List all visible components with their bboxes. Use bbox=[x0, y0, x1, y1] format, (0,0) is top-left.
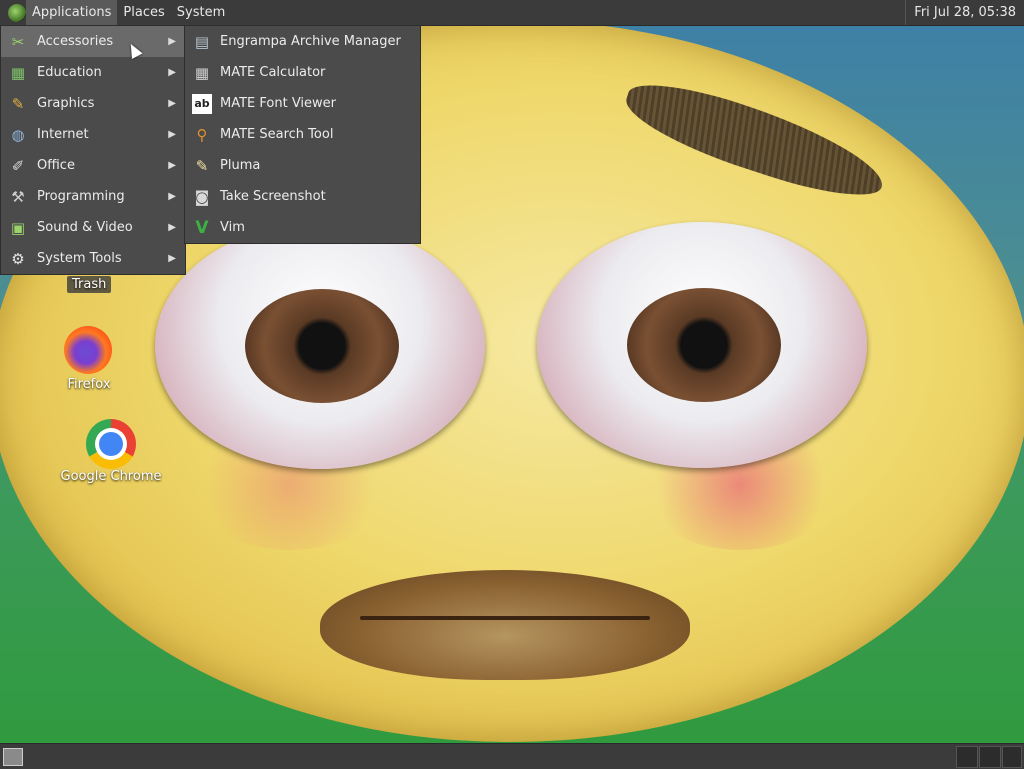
menu-item-internet[interactable]: ◍ Internet ▶ bbox=[1, 119, 185, 150]
vim-icon: V bbox=[195, 217, 209, 238]
applications-menu-button[interactable]: Applications bbox=[26, 0, 118, 25]
menu-item-engrampa[interactable]: ▤ Engrampa Archive Manager bbox=[185, 26, 420, 57]
applications-menu: ✂ Accessories ▶ ▦ Education ▶ ✎ Graphics… bbox=[0, 25, 186, 275]
system-menu-button[interactable]: System bbox=[171, 0, 231, 25]
menu-item-label: MATE Calculator bbox=[220, 65, 326, 80]
firefox-label[interactable]: Firefox bbox=[60, 377, 118, 392]
font-viewer-icon: ab bbox=[192, 93, 212, 114]
submenu-arrow-icon: ▶ bbox=[168, 67, 176, 78]
text-editor-icon: ✎ bbox=[195, 156, 209, 175]
menu-item-label: Engrampa Archive Manager bbox=[220, 34, 401, 49]
menu-item-programming[interactable]: ⚒ Programming ▶ bbox=[1, 181, 185, 212]
workspace-1[interactable] bbox=[956, 746, 978, 768]
menu-item-label: MATE Font Viewer bbox=[220, 96, 337, 111]
google-chrome-label[interactable]: Google Chrome bbox=[55, 469, 167, 484]
archive-manager-icon: ▤ bbox=[194, 32, 210, 51]
search-tool-icon: ⚲ bbox=[196, 125, 208, 144]
menu-item-label: Office bbox=[37, 158, 75, 173]
wallpaper-eye-right bbox=[537, 222, 867, 468]
menu-item-label: System Tools bbox=[37, 251, 122, 266]
submenu-arrow-icon: ▶ bbox=[168, 160, 176, 171]
wallpaper-lips bbox=[320, 570, 690, 680]
submenu-arrow-icon: ▶ bbox=[168, 222, 176, 233]
menu-item-system-tools[interactable]: ⚙ System Tools ▶ bbox=[1, 243, 185, 274]
accessories-submenu: ▤ Engrampa Archive Manager ▦ MATE Calcul… bbox=[184, 25, 421, 244]
graphics-icon: ✎ bbox=[11, 94, 25, 113]
menu-item-label: Programming bbox=[37, 189, 125, 204]
menu-item-sound-video[interactable]: ▣ Sound & Video ▶ bbox=[1, 212, 185, 243]
menu-item-graphics[interactable]: ✎ Graphics ▶ bbox=[1, 88, 185, 119]
mate-logo-icon[interactable] bbox=[8, 3, 26, 22]
bottom-panel bbox=[0, 743, 1024, 769]
firefox-icon[interactable] bbox=[64, 326, 112, 374]
menu-item-education[interactable]: ▦ Education ▶ bbox=[1, 57, 185, 88]
programming-icon: ⚒ bbox=[11, 187, 25, 206]
clock[interactable]: Fri Jul 28, 05:38 bbox=[905, 0, 1024, 25]
submenu-arrow-icon: ▶ bbox=[168, 98, 176, 109]
accessories-icon: ✂ bbox=[11, 32, 25, 51]
menu-item-pluma[interactable]: ✎ Pluma bbox=[185, 150, 420, 181]
workspace-2[interactable] bbox=[979, 746, 1001, 768]
sound-video-icon: ▣ bbox=[10, 218, 26, 237]
menu-item-mate-font-viewer[interactable]: ab MATE Font Viewer bbox=[185, 88, 420, 119]
screenshot-icon: ◙ bbox=[194, 187, 210, 206]
menu-item-label: Education bbox=[37, 65, 102, 80]
menu-item-label: Accessories bbox=[37, 34, 114, 49]
wallpaper-eye-left bbox=[155, 223, 485, 469]
menu-item-office[interactable]: ✐ Office ▶ bbox=[1, 150, 185, 181]
submenu-arrow-icon: ▶ bbox=[168, 191, 176, 202]
places-menu-button[interactable]: Places bbox=[117, 0, 170, 25]
google-chrome-icon[interactable] bbox=[86, 419, 136, 469]
top-panel: Applications Places System Fri Jul 28, 0… bbox=[0, 0, 1024, 26]
trash-label[interactable]: Trash bbox=[67, 276, 112, 293]
menu-item-mate-search-tool[interactable]: ⚲ MATE Search Tool bbox=[185, 119, 420, 150]
menu-item-accessories[interactable]: ✂ Accessories ▶ bbox=[1, 26, 185, 57]
menu-item-label: Sound & Video bbox=[37, 220, 133, 235]
menu-item-take-screenshot[interactable]: ◙ Take Screenshot bbox=[185, 181, 420, 212]
menu-item-label: MATE Search Tool bbox=[220, 127, 334, 142]
internet-icon: ◍ bbox=[11, 125, 25, 144]
submenu-arrow-icon: ▶ bbox=[168, 253, 176, 264]
education-icon: ▦ bbox=[10, 63, 26, 82]
menu-item-label: Pluma bbox=[220, 158, 261, 173]
wallpaper-iris-left bbox=[245, 289, 399, 403]
menu-item-vim[interactable]: V Vim bbox=[185, 212, 420, 243]
wallpaper-iris-right bbox=[627, 288, 781, 402]
submenu-arrow-icon: ▶ bbox=[168, 36, 176, 47]
workspace-3[interactable] bbox=[1002, 746, 1022, 768]
menu-item-label: Vim bbox=[220, 220, 245, 235]
office-icon: ✐ bbox=[11, 156, 25, 175]
calculator-icon: ▦ bbox=[194, 63, 210, 82]
menu-item-mate-calculator[interactable]: ▦ MATE Calculator bbox=[185, 57, 420, 88]
submenu-arrow-icon: ▶ bbox=[168, 129, 176, 140]
show-desktop-icon[interactable] bbox=[3, 748, 23, 766]
system-tools-icon: ⚙ bbox=[11, 249, 25, 268]
menu-item-label: Internet bbox=[37, 127, 89, 142]
menu-item-label: Take Screenshot bbox=[220, 189, 326, 204]
menu-item-label: Graphics bbox=[37, 96, 95, 111]
